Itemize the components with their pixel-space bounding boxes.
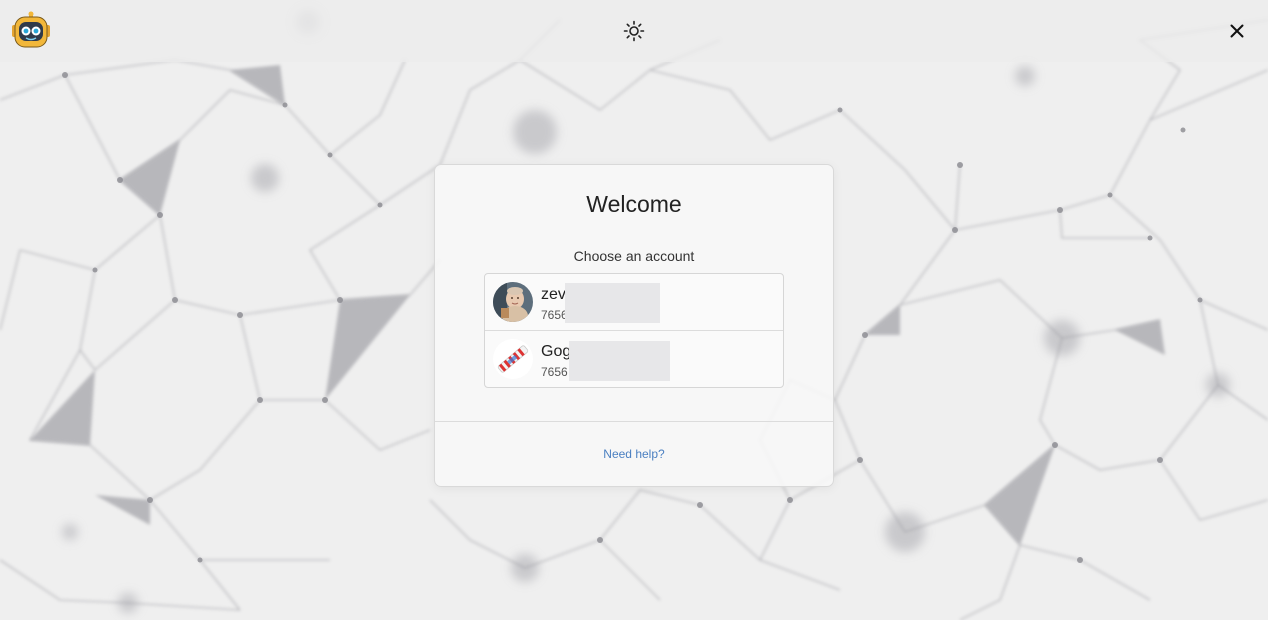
need-help-link[interactable]: Need help? [435,447,833,461]
account-name: Gog [541,343,572,360]
account-id: 7656 [541,308,568,322]
baby-photo-avatar [493,282,533,322]
card-divider [435,421,833,422]
choose-account-label: Choose an account [573,248,695,264]
robot-logo-icon [12,11,50,48]
candy-cane-avatar [493,339,533,379]
account-item[interactable]: Gog 7656 [485,331,783,387]
close-icon[interactable] [1225,19,1249,43]
app-window: Welcome Choose an account zev 7656 Gog 7… [0,0,1268,620]
account-item[interactable]: zev 7656 [485,274,783,331]
title-bar [0,0,1268,62]
sun-icon[interactable] [622,19,646,43]
account-name: zev [541,286,566,303]
account-id: 7656 [541,365,568,379]
welcome-title: Welcome [586,191,682,217]
redaction-box [565,283,660,323]
account-list: zev 7656 Gog 7656 [484,273,784,388]
redaction-box [569,341,670,381]
login-card: Welcome Choose an account zev 7656 Gog 7… [434,164,834,487]
